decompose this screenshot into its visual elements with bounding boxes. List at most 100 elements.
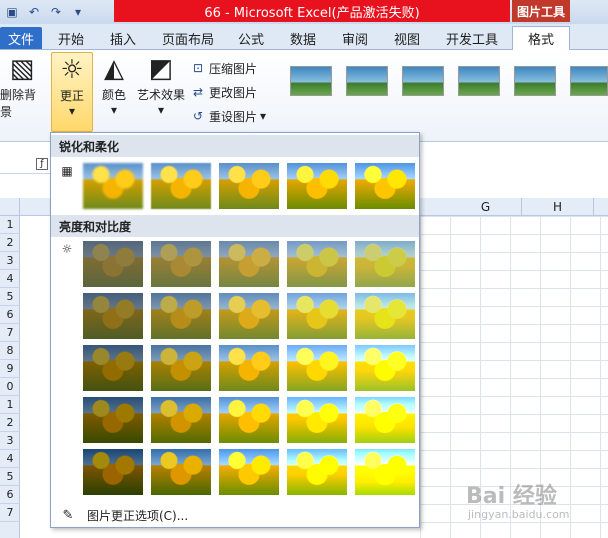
watermark: Bai 经验 — [466, 484, 557, 509]
chevron-down-icon: ▾ — [260, 109, 267, 123]
sharpen-soften-icon: ▦ — [61, 164, 73, 178]
brightness-thumb[interactable] — [83, 449, 143, 495]
row-header[interactable]: 5 — [0, 288, 20, 306]
picture-style-thumb[interactable] — [570, 66, 608, 96]
column-header-g[interactable]: G — [450, 198, 522, 216]
tab-page-layout[interactable]: 页面布局 — [160, 27, 216, 49]
brightness-thumb[interactable] — [287, 293, 347, 339]
brightness-thumb[interactable] — [287, 345, 347, 391]
select-all-corner[interactable] — [0, 198, 20, 216]
row-header[interactable]: 9 — [0, 360, 20, 378]
art-effects-label: 艺术效果 — [136, 88, 185, 102]
corrections-dropdown: 锐化和柔化 ▦ 亮度和对比度 ☼ ✎ 图片更正选项(C)... — [50, 132, 420, 528]
reset-picture-button[interactable]: ↺ 重设图片 ▾ — [190, 106, 266, 126]
tab-developer[interactable]: 开发工具 — [444, 27, 500, 49]
chevron-down-icon: ▾ — [68, 104, 76, 118]
undo-icon[interactable]: ↶ — [26, 4, 42, 20]
picture-options-label: 图片更正选项(C)... — [87, 508, 189, 523]
picture-options-icon: ✎ — [62, 507, 74, 523]
tab-file[interactable]: 文件 — [0, 27, 42, 49]
row-header[interactable]: 2 — [0, 414, 20, 432]
row-header[interactable]: 2 — [0, 234, 20, 252]
row-header[interactable]: 6 — [0, 486, 20, 504]
brightness-thumb[interactable] — [83, 293, 143, 339]
brightness-thumb[interactable] — [151, 397, 211, 443]
window-title: 66 - Microsoft Excel(产品激活失败) — [114, 0, 510, 22]
brightness-thumb[interactable] — [151, 449, 211, 495]
brightness-thumb[interactable] — [287, 397, 347, 443]
row-header[interactable]: 7 — [0, 324, 20, 342]
row-header[interactable]: 1 — [0, 396, 20, 414]
picture-corrections-options[interactable]: ✎ 图片更正选项(C)... — [51, 503, 419, 527]
brightness-thumb[interactable] — [287, 449, 347, 495]
section-brightness-contrast: 亮度和对比度 — [51, 215, 419, 237]
brightness-thumb[interactable] — [83, 397, 143, 443]
row-header[interactable]: 1 — [0, 216, 20, 234]
sharpen-thumb[interactable] — [83, 163, 143, 209]
context-tab-label: 图片工具 — [512, 0, 570, 22]
change-picture-button[interactable]: ⇄ 更改图片 — [190, 82, 257, 102]
redo-icon[interactable]: ↷ — [48, 4, 64, 20]
remove-background-button[interactable]: ▧ 删除背景 — [0, 52, 44, 120]
art-effects-icon: ◩ — [148, 54, 174, 84]
compress-icon: ⊡ — [192, 61, 204, 75]
sharpen-thumb[interactable] — [219, 163, 279, 209]
sharpen-thumb[interactable] — [151, 163, 211, 209]
picture-style-thumb[interactable] — [402, 66, 444, 96]
row-header[interactable]: 6 — [0, 306, 20, 324]
brightness-thumb[interactable] — [151, 241, 211, 287]
sharpen-thumb[interactable] — [355, 163, 415, 209]
brightness-thumb[interactable] — [151, 345, 211, 391]
row-header[interactable]: 7 — [0, 504, 20, 522]
customize-qat-icon[interactable]: ▾ — [70, 4, 86, 20]
art-effects-button[interactable]: ◩ 艺术效果 ▾ — [136, 52, 186, 117]
row-headers: 1 2 3 4 5 6 7 8 9 0 1 2 3 4 5 6 7 — [0, 216, 20, 538]
picture-style-thumb[interactable] — [514, 66, 556, 96]
tab-formulas[interactable]: 公式 — [236, 27, 266, 49]
row-header[interactable]: 3 — [0, 432, 20, 450]
brightness-thumb[interactable] — [355, 397, 415, 443]
row-header[interactable]: 4 — [0, 450, 20, 468]
remove-background-label: 删除背景 — [0, 88, 37, 119]
brightness-thumb[interactable] — [151, 293, 211, 339]
brightness-thumb[interactable] — [219, 293, 279, 339]
tab-home[interactable]: 开始 — [56, 27, 86, 49]
row-header[interactable]: 4 — [0, 270, 20, 288]
brightness-thumb[interactable] — [83, 241, 143, 287]
row-header[interactable]: 3 — [0, 252, 20, 270]
insert-function-icon[interactable]: ƒ — [36, 158, 48, 170]
correct-button[interactable]: ☼ 更正 ▾ — [51, 52, 93, 132]
compress-pictures-button[interactable]: ⊡ 压缩图片 — [190, 58, 257, 78]
brightness-thumb[interactable] — [83, 345, 143, 391]
brightness-thumb[interactable] — [355, 345, 415, 391]
remove-background-icon: ▧ — [9, 54, 35, 84]
row-header[interactable]: 8 — [0, 342, 20, 360]
brightness-thumb[interactable] — [355, 293, 415, 339]
brightness-thumb[interactable] — [287, 241, 347, 287]
tab-format[interactable]: 格式 — [512, 26, 570, 50]
quick-access-toolbar: ▣ ↶ ↷ ▾ — [0, 0, 86, 24]
picture-style-thumb[interactable] — [346, 66, 388, 96]
correct-label: 更正 — [59, 89, 84, 103]
brightness-thumb[interactable] — [355, 241, 415, 287]
brightness-thumb[interactable] — [219, 449, 279, 495]
picture-style-thumb[interactable] — [290, 66, 332, 96]
tab-view[interactable]: 视图 — [392, 27, 422, 49]
brightness-thumb[interactable] — [219, 241, 279, 287]
row-header[interactable]: 5 — [0, 468, 20, 486]
brightness-thumb[interactable] — [219, 345, 279, 391]
picture-style-thumb[interactable] — [458, 66, 500, 96]
change-picture-icon: ⇄ — [192, 85, 204, 99]
tab-data[interactable]: 数据 — [288, 27, 318, 49]
row-header[interactable]: 0 — [0, 378, 20, 396]
column-header-h[interactable]: H — [522, 198, 594, 216]
color-button[interactable]: ◭ 颜色 ▾ — [96, 52, 132, 117]
brightness-thumb[interactable] — [355, 449, 415, 495]
tab-insert[interactable]: 插入 — [108, 27, 138, 49]
save-icon[interactable]: ▣ — [4, 4, 20, 20]
tab-review[interactable]: 审阅 — [340, 27, 370, 49]
brightness-thumb[interactable] — [219, 397, 279, 443]
sharpen-thumb[interactable] — [287, 163, 347, 209]
brightness-icon: ☼ — [61, 242, 73, 256]
color-label: 颜色 — [101, 88, 126, 102]
